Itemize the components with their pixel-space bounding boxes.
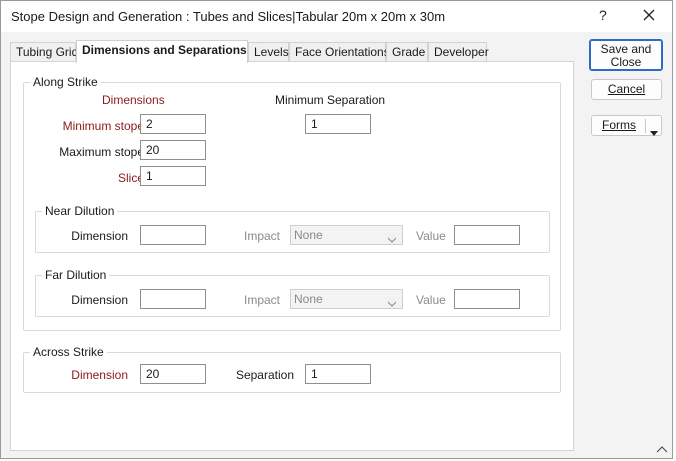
near-dilution-value-label: Value [416,229,446,243]
along-strike-group: Along Strike Dimensions Minimum Separati… [23,75,561,331]
near-dilution-value-input[interactable] [454,225,520,245]
far-dilution-impact-label: Impact [244,293,281,307]
far-dilution-impact-value: None [294,292,323,306]
maximum-stope-input[interactable]: 20 [140,140,206,160]
minimum-stope-input[interactable]: 2 [140,114,206,134]
minimum-separation-input[interactable]: 1 [305,114,371,134]
separation-input[interactable]: 1 [305,364,371,384]
near-dilution-legend: Near Dilution [42,204,118,218]
cancel-button[interactable]: Cancel [591,79,662,100]
near-dilution-group: Near Dilution Dimension Impact None Valu… [35,204,550,253]
dimensions-header: Dimensions [102,93,165,107]
along-strike-legend: Along Strike [30,75,101,89]
save-and-close-label-line2: Close [610,55,642,69]
far-dilution-dimension-input[interactable] [140,289,206,309]
chevron-up-icon[interactable] [656,442,668,456]
far-dilution-value-label: Value [416,293,446,307]
forms-dropdown-arrow-icon[interactable] [650,123,658,142]
far-dilution-impact-select[interactable]: None [290,289,403,309]
tab-tubing-grid[interactable]: Tubing Grid [10,42,78,62]
tab-panel: Along Strike Dimensions Minimum Separati… [10,61,574,451]
across-strike-dimension-input[interactable]: 20 [140,364,206,384]
forms-split-divider [645,119,646,133]
minimum-stope-label: Minimum stope [62,119,144,133]
tab-face-orientations[interactable]: Face Orientations [289,42,390,62]
tab-developer[interactable]: Developer [428,42,489,62]
chevron-down-icon [387,296,397,310]
slice-input[interactable]: 1 [140,166,206,186]
far-dilution-legend: Far Dilution [42,268,110,282]
window-title: Stope Design and Generation : Tubes and … [11,9,446,24]
minimum-separation-header: Minimum Separation [275,93,386,107]
separation-label: Separation [235,368,294,382]
help-icon[interactable]: ? [599,7,607,23]
near-dilution-impact-label: Impact [244,229,281,243]
far-dilution-group: Far Dilution Dimension Impact None Value [35,268,550,317]
near-dilution-impact-value: None [294,228,323,242]
far-dilution-dimension-label: Dimension [71,293,128,307]
maximum-stope-label: Maximum stope [59,145,144,159]
across-strike-group: Across Strike Dimension 20 Separation 1 [23,345,561,393]
close-icon[interactable] [638,4,660,26]
title-bar: Stope Design and Generation : Tubes and … [1,1,672,32]
dialog-window: Stope Design and Generation : Tubes and … [0,0,673,459]
tab-levels[interactable]: Levels [248,42,289,62]
save-and-close-button[interactable]: Save and Close [589,39,663,71]
near-dilution-dimension-label: Dimension [71,229,128,243]
across-strike-dimension-label: Dimension [71,368,128,382]
chevron-down-icon [387,232,397,246]
forms-button-label: Forms [602,118,636,132]
near-dilution-impact-select[interactable]: None [290,225,403,245]
across-strike-legend: Across Strike [30,345,107,359]
forms-button[interactable]: Forms [591,115,662,136]
tab-dimensions-and-separations[interactable]: Dimensions and Separations [76,40,248,63]
far-dilution-value-input[interactable] [454,289,520,309]
near-dilution-dimension-input[interactable] [140,225,206,245]
slice-label: Slice [117,171,144,185]
tab-grade[interactable]: Grade [386,42,428,62]
